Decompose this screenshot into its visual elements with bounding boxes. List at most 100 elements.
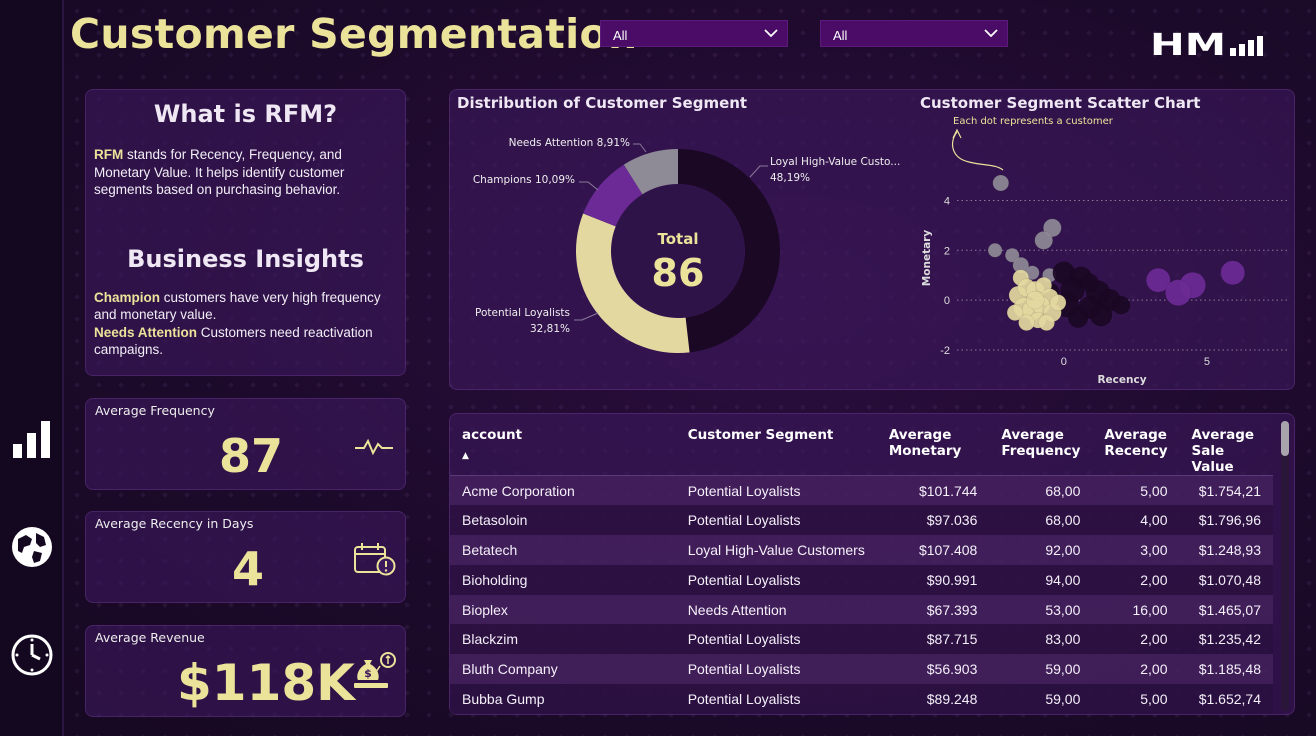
scatter-chart: 4 2 0 -2 0 5 Recency Monetary Each dot represent… xyxy=(921,116,1287,386)
cell-account: Bioholding xyxy=(450,564,676,595)
scrollbar-thumb[interactable] xyxy=(1281,421,1289,456)
globe-icon[interactable] xyxy=(10,525,54,569)
cell-segment: Loyal High-Value Customers xyxy=(675,535,877,565)
pulse-icon xyxy=(355,438,393,456)
table-row[interactable]: Betatech Loyal High-Value Customers $107.4… xyxy=(450,535,1273,565)
scatter-point[interactable] xyxy=(992,174,1010,192)
scatter-point[interactable] xyxy=(1049,294,1067,311)
table-scrollbar[interactable] xyxy=(1281,421,1289,711)
kpi-value: 4 xyxy=(232,542,265,596)
cell-segment: Potential Loyalists xyxy=(675,475,877,506)
cell-recency: 2,00 xyxy=(1092,624,1180,655)
column-header-monetary[interactable]: Average Monetary xyxy=(876,413,990,476)
annotation-arrow xyxy=(951,131,1004,171)
scatter-point[interactable] xyxy=(1165,279,1192,306)
donut-label-percent: 48,19% xyxy=(770,172,810,184)
table-row[interactable]: Acme Corporation Potential Loyalists $101.… xyxy=(450,475,1273,506)
cell-segment: Potential Loyalists xyxy=(675,654,877,685)
donut-label: Needs Attention 8,91% xyxy=(509,137,630,149)
cell-monetary: $56.903 xyxy=(876,654,990,685)
kpi-label: Average Frequency xyxy=(95,403,215,418)
cell-recency: 2,00 xyxy=(1092,654,1180,685)
scatter-point[interactable] xyxy=(987,243,1003,258)
cell-sale-value: $1.248,93 xyxy=(1179,535,1273,565)
column-header-recency[interactable]: Average Recency xyxy=(1092,413,1180,476)
filter-dropdown-1[interactable]: All xyxy=(600,20,788,47)
rfm-heading: What is RFM? xyxy=(153,100,338,128)
scatter-point[interactable] xyxy=(1111,295,1131,315)
scatter-point[interactable] xyxy=(1006,304,1024,321)
table-row[interactable]: Bluth Company Potential Loyalists $56.903 5… xyxy=(450,654,1273,685)
logo-text: HM xyxy=(1150,30,1226,58)
cell-segment: Potential Loyalists xyxy=(675,624,877,655)
table-row[interactable]: Bubba Gump Potential Loyalists $89.248 59,0… xyxy=(450,684,1273,714)
cell-sale-value: $1.465,07 xyxy=(1179,594,1273,625)
cell-recency: 5,00 xyxy=(1092,475,1180,506)
table-row[interactable]: Blackzim Potential Loyalists $87.715 83,00 2… xyxy=(450,624,1273,655)
kpi-label: Average Revenue xyxy=(95,630,205,645)
leader-line xyxy=(579,181,599,191)
donut-label-name: Loyal High-Value Custo... xyxy=(770,156,900,168)
donut-center-label: Total xyxy=(658,230,699,248)
scatter-point[interactable] xyxy=(1038,314,1055,331)
column-header-frequency[interactable]: Average Frequency xyxy=(989,413,1093,476)
column-header-account[interactable]: account ▲ xyxy=(450,413,676,476)
cell-monetary: $97.036 xyxy=(876,505,990,536)
cell-monetary: $107.408 xyxy=(876,535,990,565)
y-axis-label: Monetary xyxy=(921,230,933,287)
scatter-point[interactable] xyxy=(1089,303,1113,327)
table-row[interactable]: Bioholding Potential Loyalists $90.991 94,0… xyxy=(450,564,1273,595)
cell-account: Bubba Gump xyxy=(450,684,676,714)
cell-monetary: $90.991 xyxy=(876,564,990,595)
rfm-bold: RFM xyxy=(94,147,124,162)
leader-line xyxy=(574,312,599,321)
cell-monetary: $67.393 xyxy=(876,594,990,625)
cell-account: Betatech xyxy=(450,535,676,565)
cell-account: Betasoloin xyxy=(450,505,676,536)
column-header-sale-value[interactable]: Average Sale Value xyxy=(1179,413,1273,476)
scatter-point[interactable] xyxy=(1220,260,1245,285)
cell-recency: 5,00 xyxy=(1092,684,1180,714)
table-header-row: account ▲ Customer Segment Average Moneta… xyxy=(450,413,1273,476)
cell-frequency: 59,00 xyxy=(989,654,1093,685)
x-axis-label: Recency xyxy=(1097,374,1146,386)
scatter-point[interactable] xyxy=(1034,231,1053,250)
cell-frequency: 94,00 xyxy=(989,564,1093,595)
kpi-value: 87 xyxy=(219,429,284,483)
donut-label-percent: 32,81% xyxy=(530,323,570,335)
clock-icon[interactable] xyxy=(10,633,54,677)
calendar-alert-icon xyxy=(354,543,396,576)
table-body: Acme Corporation Potential Loyalists $101.… xyxy=(450,475,1273,714)
rfm-info-card: What is RFM? RFM stands for Recency, Fre… xyxy=(85,89,406,376)
cell-frequency: 68,00 xyxy=(989,475,1093,506)
scatter-annotation: Each dot represents a customer xyxy=(953,116,1114,127)
cell-sale-value: $1.754,21 xyxy=(1179,475,1273,506)
table-row[interactable]: Betasoloin Potential Loyalists $97.036 68,0… xyxy=(450,505,1273,536)
company-logo: HM xyxy=(1150,30,1263,58)
cell-account: Blackzim xyxy=(450,624,676,655)
cell-segment: Potential Loyalists xyxy=(675,564,877,595)
y-tick-label: 0 xyxy=(944,295,950,307)
y-tick-label: 2 xyxy=(944,245,950,257)
filter-dropdown-1-value: All xyxy=(613,28,628,43)
scatter-point[interactable] xyxy=(1067,307,1089,328)
cell-segment: Needs Attention xyxy=(675,594,877,625)
filter-dropdown-2[interactable]: All xyxy=(820,20,1008,47)
table-row[interactable]: Bioplex Needs Attention $67.393 53,00 16,00 $… xyxy=(450,594,1273,625)
leader-line xyxy=(749,165,768,178)
x-tick-label: 5 xyxy=(1204,356,1210,368)
cell-sale-value: $1.796,96 xyxy=(1179,505,1273,536)
scatter-point[interactable] xyxy=(1080,273,1099,292)
kpi-average-recency: Average Recency in Days 4 xyxy=(85,511,406,603)
cell-recency: 2,00 xyxy=(1092,564,1180,595)
cell-recency: 4,00 xyxy=(1092,505,1180,536)
cell-monetary: $101.744 xyxy=(876,475,990,506)
bar-chart-icon[interactable] xyxy=(10,418,54,462)
cell-frequency: 83,00 xyxy=(989,624,1093,655)
cell-recency: 16,00 xyxy=(1092,594,1180,625)
scatter-point[interactable] xyxy=(1025,290,1045,310)
cell-segment: Potential Loyalists xyxy=(675,684,877,714)
nav-rail xyxy=(0,0,64,736)
column-header-segment[interactable]: Customer Segment xyxy=(675,413,877,476)
rfm-description-text: stands for Recency, Frequency, and Monet… xyxy=(94,147,345,197)
